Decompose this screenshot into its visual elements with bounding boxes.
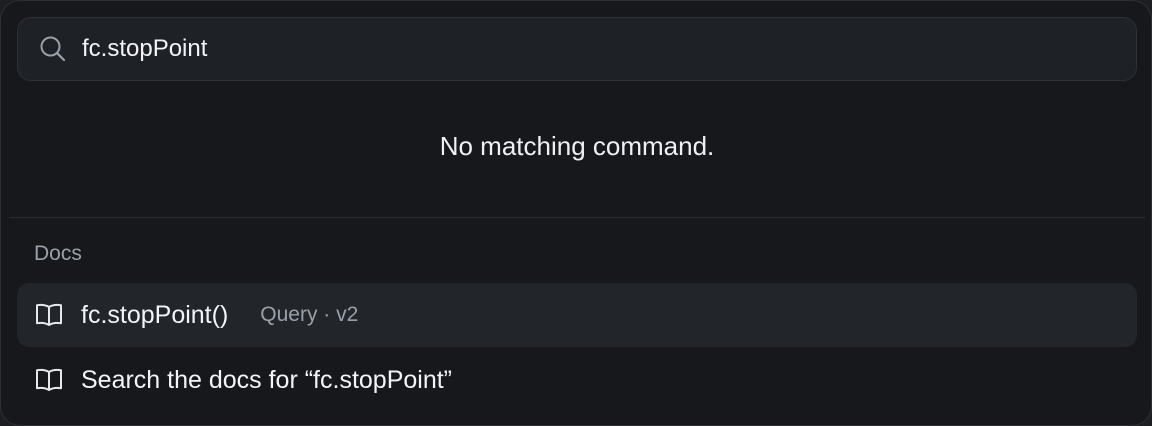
no-results-message: No matching command. [439, 131, 715, 161]
docs-group-label: Docs [34, 242, 82, 265]
book-icon [33, 299, 65, 331]
search-input[interactable] [82, 29, 1082, 69]
book-icon [33, 364, 65, 396]
docs-result-fc-stoppoint[interactable]: fc.stopPoint() Query · v2 [17, 283, 1137, 347]
search-icon [38, 34, 68, 64]
search-docs-item[interactable]: Search the docs for “fc.stopPoint” [17, 348, 1137, 412]
search-box[interactable] [17, 17, 1137, 81]
search-docs-label: Search the docs for “fc.stopPoint” [81, 365, 453, 394]
divider [9, 217, 1145, 218]
docs-result-meta: Query · v2 [260, 303, 359, 326]
docs-result-label: fc.stopPoint() [81, 300, 229, 329]
command-palette: No matching command. Docs fc.stopPoint()… [0, 0, 1152, 426]
